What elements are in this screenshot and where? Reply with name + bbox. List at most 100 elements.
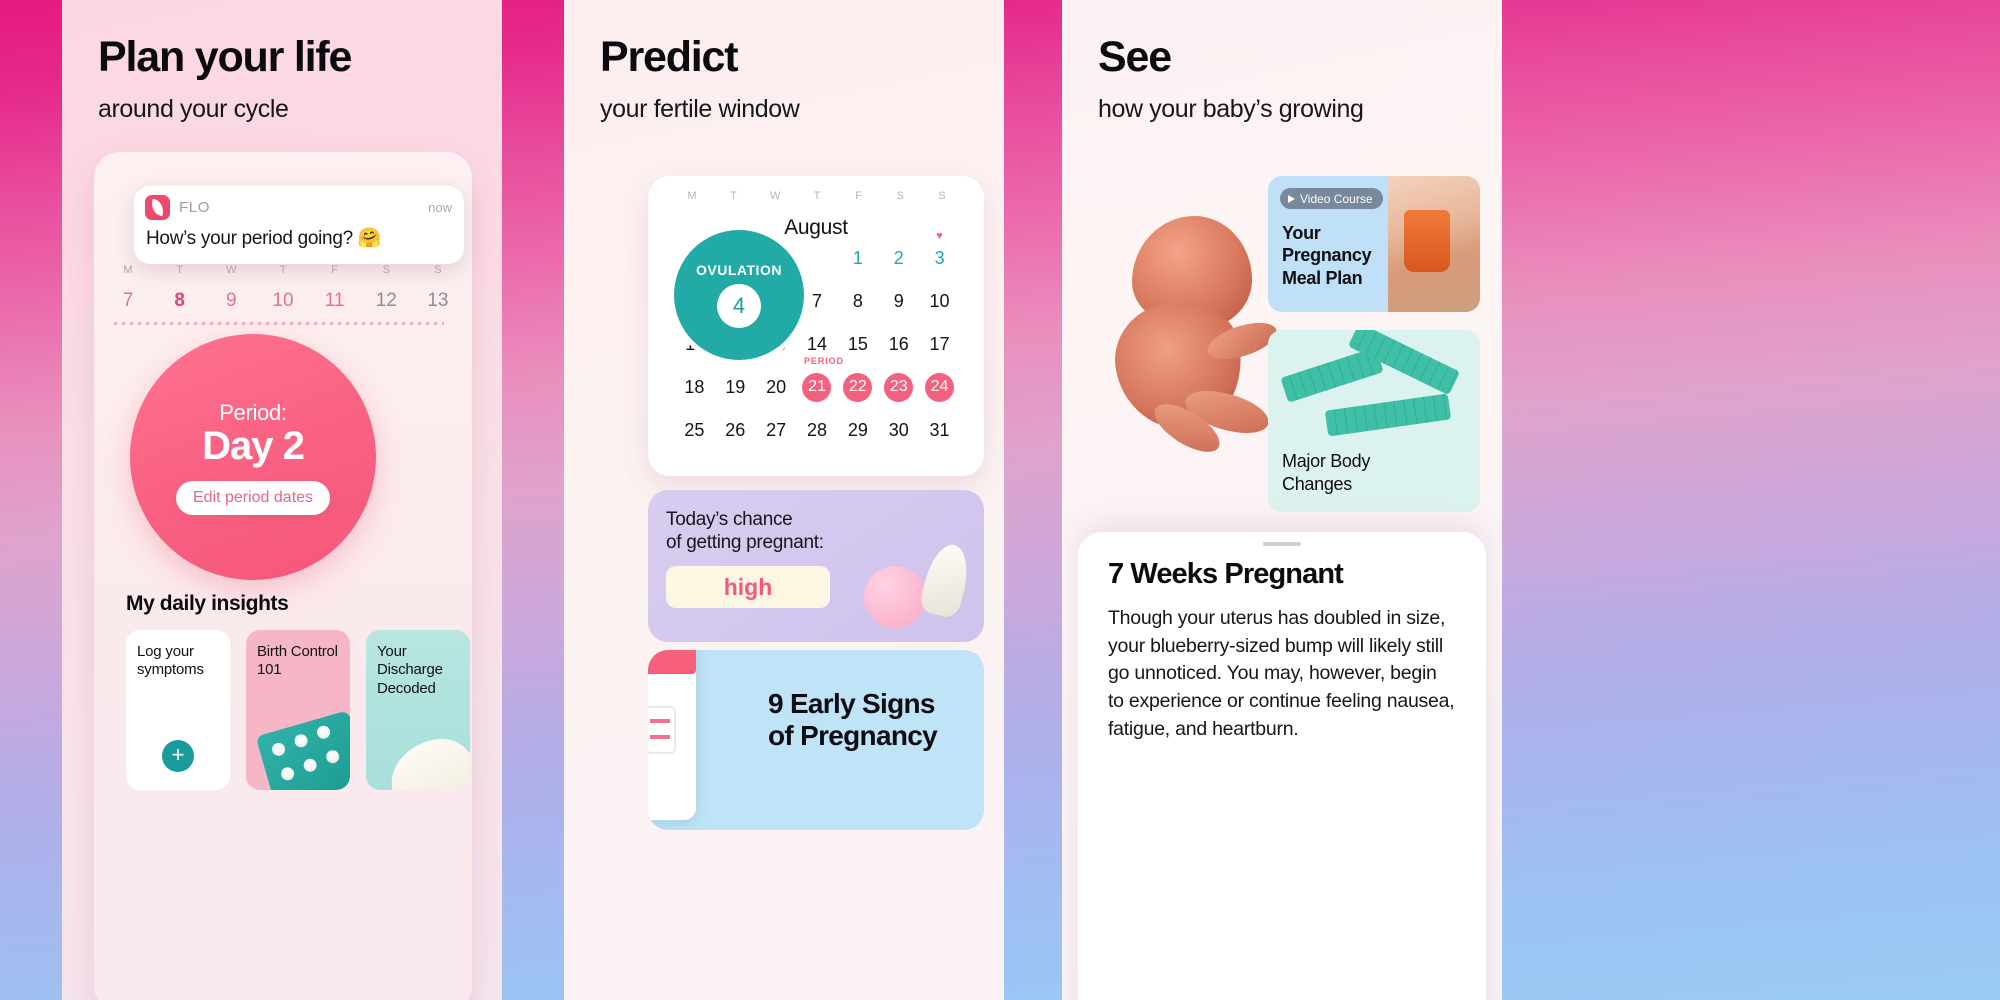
test-cap (648, 650, 696, 674)
calendar-card: M T W T F S S August 1 2 ♥ 3 7 8 9 10 11… (648, 176, 984, 476)
info-sheet-body: Though your uterus has doubled in size, … (1108, 607, 1455, 740)
calendar-cell[interactable]: 28 (797, 416, 838, 444)
flo-notification[interactable]: FLO now How’s your period going? 🤗 (134, 186, 464, 264)
video-course-badge: Video Course (1280, 188, 1383, 209)
period-tag-label: PERIOD (804, 356, 844, 366)
weekday-label: S (938, 190, 946, 202)
panel2-subhead: your fertile window (600, 95, 800, 123)
notification-message: How’s your period going? 🤗 (146, 228, 382, 249)
calendar-cell[interactable]: 8 (837, 287, 878, 315)
weekday-label: S (434, 264, 442, 276)
calendar-cell-period[interactable]: 24 (919, 372, 960, 402)
day-cell[interactable]: 11 (315, 286, 355, 312)
early-signs-card[interactable]: 9 Early Signs of Pregnancy (648, 650, 984, 830)
calendar-cell[interactable]: 9 (878, 287, 919, 315)
notification-header: FLO now (134, 186, 464, 220)
calendar-cell[interactable]: 27 (756, 416, 797, 444)
calendar-cell[interactable]: 2 (878, 244, 919, 272)
weekday-label: T (279, 264, 287, 276)
body-changes-card[interactable]: Major Body Changes (1268, 330, 1480, 512)
panel3-headline: See (1098, 33, 1172, 81)
meal-line3: Meal Plan (1282, 267, 1363, 288)
chance-value-badge: high (666, 566, 830, 609)
ovulation-label: OVULATION (696, 262, 782, 278)
heart-icon: ♥ (936, 230, 943, 242)
calendar-cell-period[interactable]: 22 (837, 372, 878, 402)
meal-card-title: Your Pregnancy Meal Plan (1282, 222, 1372, 289)
calendar-cell[interactable]: 29 (837, 416, 878, 444)
chance-text-line1: Today’s chance (666, 509, 793, 530)
notification-app-name: FLO (179, 199, 210, 216)
pregnancy-test-icon (648, 650, 696, 820)
sheet-grabber-handle[interactable] (1263, 542, 1301, 546)
calendar-cell[interactable]: 16 (878, 330, 919, 358)
calendar-cell[interactable]: 20 (756, 373, 797, 401)
body-line2: Changes (1282, 473, 1352, 494)
day-cell[interactable]: 13 (418, 286, 458, 312)
flo-leaf-icon (145, 195, 170, 220)
calendar-cell[interactable]: 17 (919, 330, 960, 358)
calendar-cell-label: 21 (802, 372, 832, 402)
calendar-cell[interactable]: 26 (715, 416, 756, 444)
egg-shape (864, 566, 926, 628)
weekday-label: S (896, 190, 904, 202)
calendar-cell[interactable]: 10 (919, 287, 960, 315)
day-cell[interactable]: 7 (108, 286, 148, 312)
sperm-shape (917, 540, 975, 620)
day-cell[interactable]: 9 (211, 286, 251, 312)
calendar-cell-period[interactable]: 23 (878, 372, 919, 402)
signs-line1: 9 Early Signs (768, 688, 935, 719)
calendar-cell-label: 23 (884, 372, 914, 402)
calendar-month-label: August (784, 216, 848, 239)
insight-card-birth-control[interactable]: Birth Control 101 (246, 630, 350, 790)
weekday-label: F (331, 264, 338, 276)
weekday-label: M (123, 264, 133, 276)
week-strip-weekdays: M T W T F S S (108, 264, 458, 276)
insight-card-discharge[interactable]: Your Discharge Decoded (366, 630, 470, 790)
insight-card-title: Your Discharge Decoded (377, 643, 443, 697)
meal-plan-card[interactable]: Video Course Your Pregnancy Meal Plan (1268, 176, 1480, 312)
notification-time: now (428, 200, 452, 215)
insight-card-log-symptoms[interactable]: Log your symptoms + (126, 630, 230, 790)
day-cell[interactable]: 12 (366, 286, 406, 312)
drink-photo (1388, 176, 1480, 312)
tape-band (1324, 393, 1452, 437)
cycle-day-circle[interactable]: Period: Day 2 Edit period dates (130, 334, 376, 580)
calendar-cell[interactable]: 15 (837, 330, 878, 358)
daily-insights-title: My daily insights (126, 592, 289, 615)
pregnancy-info-sheet: 7 Weeks Pregnant Though your uterus has … (1078, 532, 1486, 1000)
ovulation-badge[interactable]: OVULATION 4 (674, 230, 804, 360)
calendar-cell-period[interactable]: 21 (797, 372, 838, 402)
calendar-cell[interactable]: 31 (919, 416, 960, 444)
calendar-cell[interactable]: 18 (674, 373, 715, 401)
day-cell-selected[interactable]: 8 (159, 283, 200, 323)
day-cell[interactable]: 10 (263, 286, 303, 312)
insight-card-list: Log your symptoms + Birth Control 101 Yo… (126, 630, 470, 790)
panel2-header: Predict your fertile window (564, 0, 1004, 124)
calendar-cell-label: 3 (934, 247, 945, 268)
calendar-cell[interactable]: 1 (837, 244, 878, 272)
ovulation-day-value: 4 (717, 284, 761, 328)
calendar-cell[interactable]: 19 (715, 373, 756, 401)
calendar-cell-label: 24 (925, 372, 955, 402)
period-dots-underline (114, 322, 444, 325)
pill-pack-icon (255, 710, 350, 790)
plus-button-icon[interactable]: + (162, 740, 194, 772)
edit-period-dates-button[interactable]: Edit period dates (175, 480, 331, 515)
calendar-cell[interactable]: 25 (674, 416, 715, 444)
panel1-subhead: around your cycle (98, 95, 289, 123)
calendar-cell-empty (797, 244, 838, 272)
calendar-cell-heart[interactable]: ♥ 3 (919, 230, 960, 272)
calendar-cell[interactable]: 14 (797, 330, 838, 358)
calendar-cell[interactable]: 30 (878, 416, 919, 444)
early-signs-title: 9 Early Signs of Pregnancy (768, 688, 938, 753)
weekday-label: F (855, 190, 862, 202)
body-line1: Major Body (1282, 450, 1371, 471)
pregnancy-chance-card[interactable]: Today’s chance of getting pregnant: high (648, 490, 984, 642)
panel-see: See how your baby’s growing Video Course… (1062, 0, 1502, 1000)
panel3-header: See how your baby’s growing (1062, 0, 1502, 124)
test-window (648, 706, 676, 754)
discharge-icon (386, 734, 470, 790)
panel2-headline: Predict (600, 33, 739, 81)
insight-card-title: Log your symptoms (137, 643, 204, 679)
